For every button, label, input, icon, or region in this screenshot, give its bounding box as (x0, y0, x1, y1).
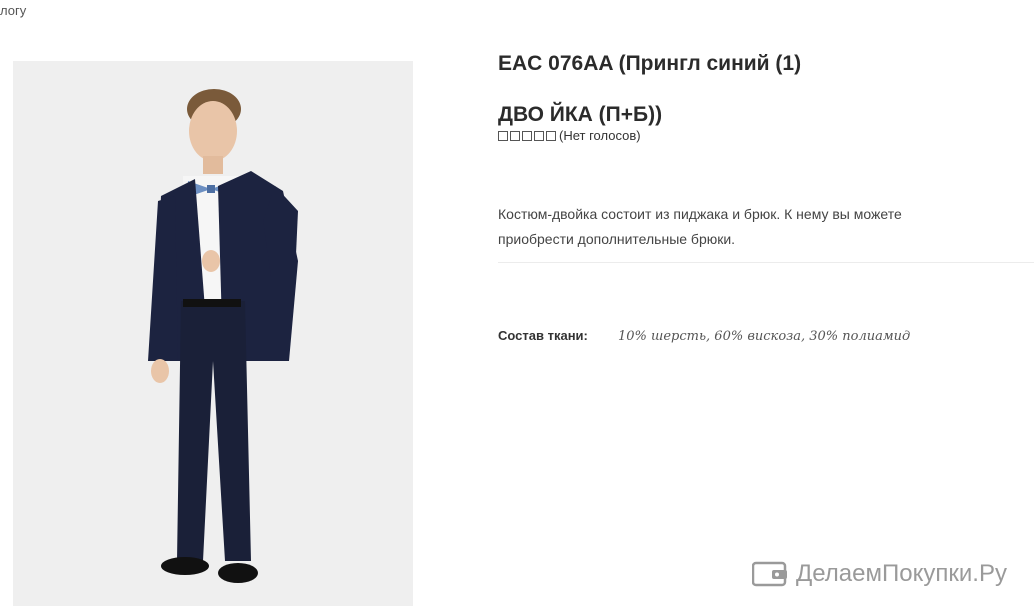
product-photo[interactable] (13, 61, 413, 606)
votes-count: (Нет голосов) (559, 128, 641, 143)
watermark-text: ДелаемПокупки.Ру (796, 560, 1007, 587)
wallet-icon (752, 561, 787, 587)
description-line: Костюм-двойка состоит из пиджака и брюк.… (498, 206, 902, 222)
star-icon[interactable] (546, 130, 556, 141)
breadcrumb[interactable]: логу (0, 3, 26, 18)
divider (498, 262, 1034, 263)
product-title: EAC 076AA (Прингл синий (1) ДВО ЙКА (П+Б… (498, 38, 1018, 140)
product-title-line1: EAC 076AA (Прингл синий (1) (498, 52, 802, 75)
product-page: логу EAC 076AA (Прингл синий (1) ДВО ЙКА… (0, 0, 1034, 606)
star-icon[interactable] (498, 130, 508, 141)
product-description: Костюм-двойка состоит из пиджака и брюк.… (498, 202, 938, 252)
fabric-composition: Состав ткани: 10% шерсть, 60% вискоза, 3… (498, 328, 910, 344)
star-icon[interactable] (522, 130, 532, 141)
star-icon[interactable] (510, 130, 520, 141)
composition-value: 10% шерсть, 60% вискоза, 30% полиамид (618, 329, 911, 344)
rating-widget: (Нет голосов) (498, 128, 641, 143)
star-icon[interactable] (534, 130, 544, 141)
composition-label: Состав ткани: (498, 328, 588, 343)
description-line: приобрести дополнительные брюки. (498, 231, 736, 247)
boy-in-suit-image (13, 61, 413, 606)
watermark: ДелаемПокупки.Ру (752, 560, 1007, 588)
